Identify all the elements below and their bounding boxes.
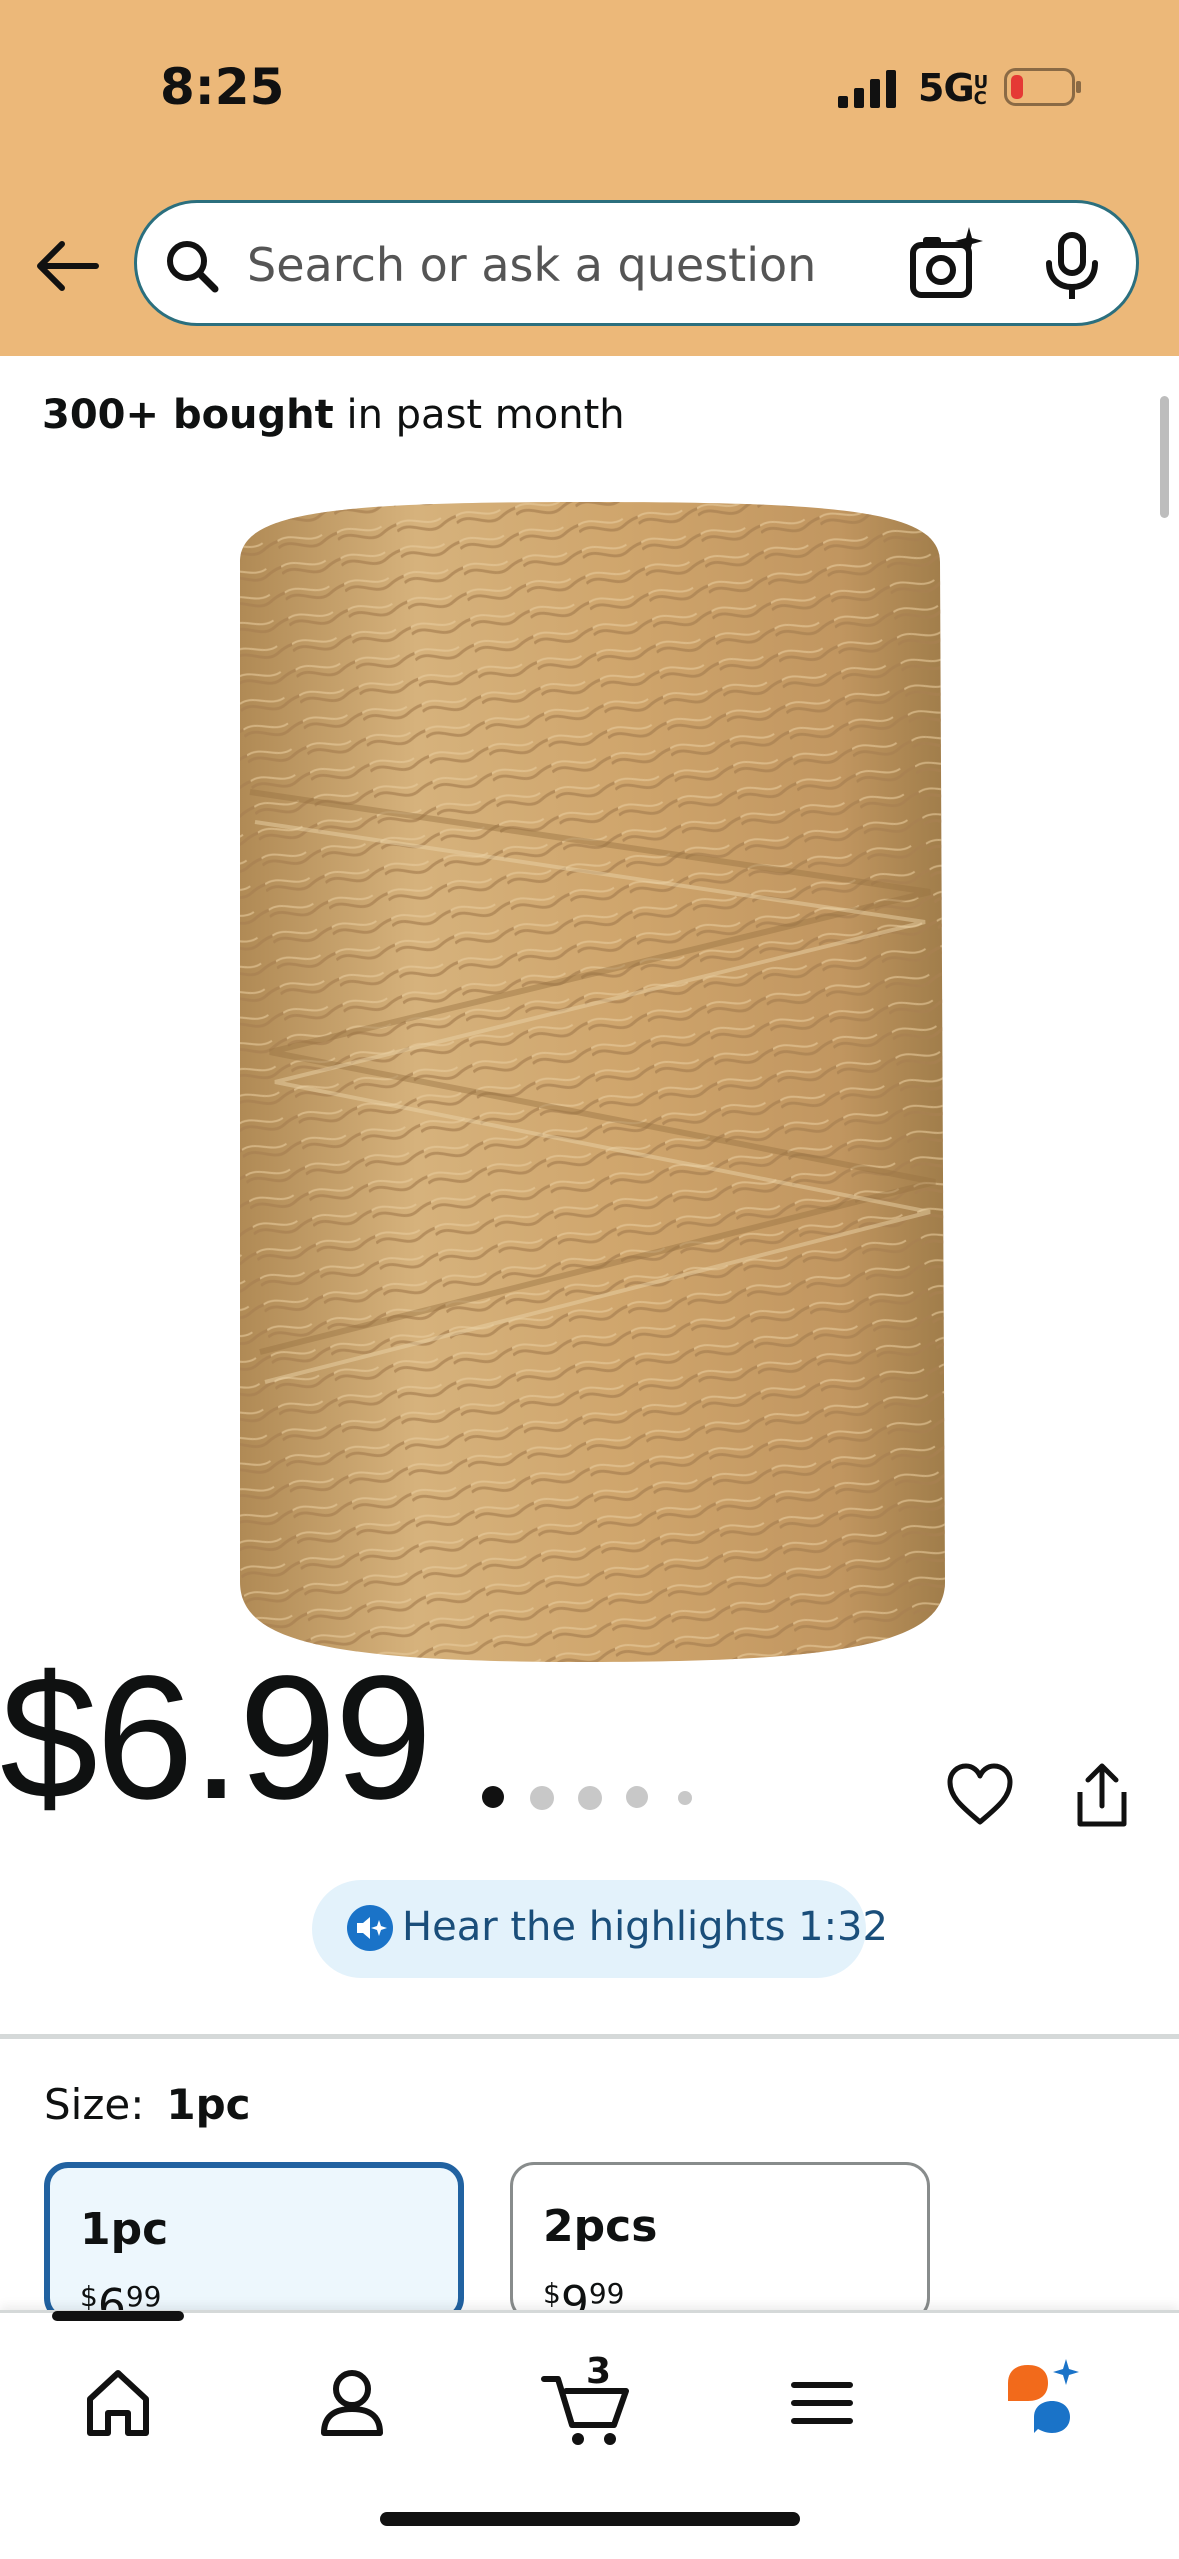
size-option-2pcs[interactable]: 2pcs $999: [510, 2162, 930, 2322]
back-arrow-icon[interactable]: [30, 236, 102, 296]
search-input[interactable]: [245, 223, 1009, 307]
product-price: $6.99: [0, 1640, 432, 1836]
bought-count: 300+ bought in past month: [42, 392, 625, 438]
hear-highlights-button[interactable]: Hear the highlights 1:32: [312, 1880, 888, 1978]
audio-sparkle-icon: [347, 1905, 393, 1951]
menu-icon[interactable]: [772, 2353, 872, 2453]
cart-count-badge: 3: [586, 2351, 612, 2392]
size-option-name: 1pc: [80, 2204, 169, 2255]
search-bar[interactable]: [134, 200, 1139, 326]
size-selection-label: Size: 1pc: [44, 2080, 251, 2129]
cart-button[interactable]: 3: [538, 2351, 638, 2453]
signal-icon: [838, 70, 896, 108]
account-icon[interactable]: [302, 2353, 402, 2453]
product-image[interactable]: [210, 492, 970, 1672]
carousel-dot[interactable]: [678, 1791, 692, 1805]
camera-sparkle-icon[interactable]: [907, 225, 987, 305]
network-indicator: 5GUC: [918, 66, 988, 110]
active-tab-indicator: [52, 2311, 184, 2321]
size-option-1pc[interactable]: 1pc $699: [44, 2162, 464, 2322]
status-time: 8:25: [160, 58, 285, 116]
microphone-icon[interactable]: [1037, 231, 1107, 301]
battery-icon: [1004, 68, 1081, 106]
scrollbar[interactable]: [1160, 396, 1169, 518]
home-indicator[interactable]: [380, 2512, 800, 2526]
rufus-icon[interactable]: [1004, 2353, 1104, 2453]
heart-icon[interactable]: [944, 1760, 1016, 1832]
header-bar: 8:25 5GUC: [0, 0, 1179, 356]
carousel-dot[interactable]: [578, 1786, 602, 1810]
home-icon[interactable]: [68, 2353, 168, 2453]
share-icon[interactable]: [1066, 1760, 1138, 1832]
section-divider: [0, 2034, 1179, 2039]
carousel-dot[interactable]: [530, 1786, 554, 1810]
size-option-name: 2pcs: [543, 2201, 658, 2252]
carousel-dot[interactable]: [626, 1786, 648, 1808]
search-icon: [167, 241, 219, 293]
hear-highlights-label: Hear the highlights 1:32: [402, 1904, 888, 1950]
carousel-dot[interactable]: [482, 1786, 504, 1808]
